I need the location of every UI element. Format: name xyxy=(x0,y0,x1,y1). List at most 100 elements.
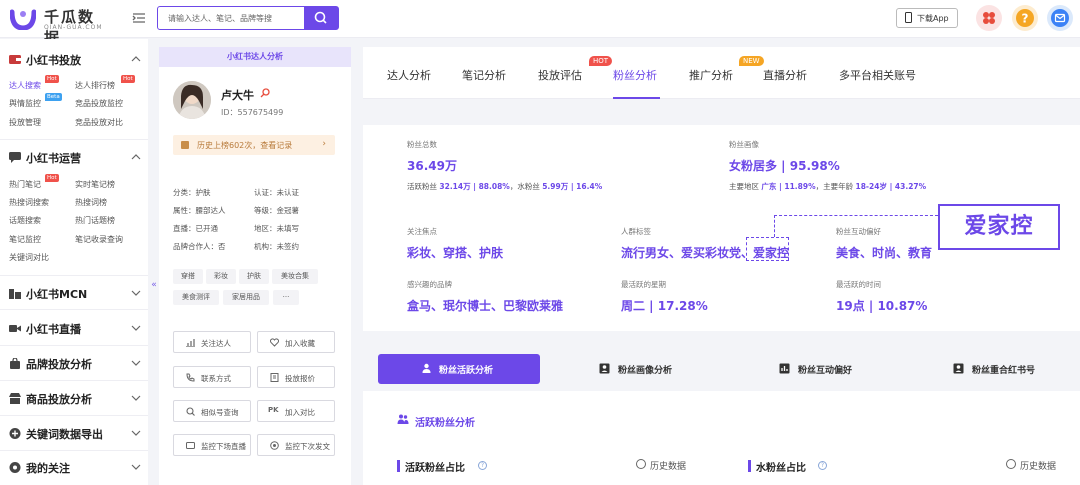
subtab-fans-portrait-label: 粉丝画像分析 xyxy=(618,366,673,376)
logo[interactable]: 千瓜数据 QIAN-GUA.COM xyxy=(10,5,110,47)
add-favorite-button[interactable]: 加入收藏 xyxy=(257,331,335,353)
crown-icon xyxy=(181,141,189,149)
follow-talent-button[interactable]: 关注达人 xyxy=(173,331,251,353)
divider xyxy=(0,139,148,140)
similar-search-label: 相似号查询 xyxy=(201,408,239,417)
sidebar-item-note-index[interactable]: 笔记收录查询 xyxy=(75,234,123,245)
sidebar-item-competitor-monitor[interactable]: 竞品投放监控 xyxy=(75,98,123,109)
tab-note-analysis[interactable]: 笔记分析 xyxy=(462,67,506,83)
apps-icon[interactable] xyxy=(976,5,1002,31)
search-button[interactable] xyxy=(304,7,338,29)
content-tag: 美食测评 xyxy=(173,290,219,305)
help-icon[interactable]: ? xyxy=(1012,5,1038,31)
sidebar-item-keyword-compare[interactable]: 关键词对比 xyxy=(9,252,49,263)
brand-value: 盒马、珉尔博士、巴黎欧莱雅 xyxy=(407,299,564,313)
sidebar-item-note-monitor[interactable]: 笔记监控 xyxy=(9,234,41,245)
history-data-link[interactable]: 历史数据 xyxy=(650,459,686,472)
sidebar-section-brand[interactable]: 品牌投放分析 xyxy=(9,354,141,374)
history-ranking-link[interactable]: 历史上榜602次，查看记录 › xyxy=(173,135,335,155)
search-icon xyxy=(186,407,195,416)
add-compare-button[interactable]: PK 加入对比 xyxy=(257,400,335,422)
sidebar-item-realtime-notes[interactable]: 实时笔记榜 xyxy=(75,179,115,190)
portrait-age-label: ，主要年龄 xyxy=(815,182,856,191)
content-tag: 家居用品 xyxy=(223,290,269,305)
time-value: 19点 | 10.87% xyxy=(836,299,928,313)
crowd-label: 人群标签 xyxy=(621,227,651,236)
tv-icon xyxy=(186,442,195,449)
subtab-active-fans[interactable]: 粉丝活跃分析 xyxy=(378,354,540,384)
sidebar-item-talent-rank[interactable]: 达人排行榜 xyxy=(75,80,115,91)
similar-search-button[interactable]: 相似号查询 xyxy=(173,400,251,422)
portrait-label: 粉丝画像 xyxy=(729,140,759,149)
menu-collapse-icon[interactable] xyxy=(132,11,146,25)
divider xyxy=(0,450,148,451)
brand-label: 感兴趣的品牌 xyxy=(407,280,452,289)
search-input[interactable] xyxy=(158,7,304,29)
chevron-down-icon xyxy=(131,290,141,296)
chevron-down-icon xyxy=(131,395,141,401)
tab-talent-analysis[interactable]: 达人分析 xyxy=(387,67,431,83)
top-header: 千瓜数据 QIAN-GUA.COM 下载App ? xyxy=(0,0,1080,47)
sidebar-item-hot-topic-rank[interactable]: 热门话题榜 xyxy=(75,215,115,226)
contact-info-button[interactable]: 联系方式 xyxy=(173,366,251,388)
pin-icon xyxy=(260,88,270,98)
subtab-fans-overlap[interactable]: 粉丝重合红书号 xyxy=(917,354,1080,384)
sidebar-item-sentiment[interactable]: 舆情监控 xyxy=(9,98,41,109)
wallet-icon xyxy=(9,55,21,64)
sidebar-item-competitor-compare[interactable]: 竞品投放对比 xyxy=(75,117,123,128)
follow-talent-label: 关注达人 xyxy=(201,339,231,348)
sidebar-section-live[interactable]: 小红书直播 xyxy=(9,319,141,339)
monitor-post-button[interactable]: 监控下次发文 xyxy=(257,434,335,456)
sidebar-item-hot-search-rank[interactable]: 热搜词榜 xyxy=(75,197,107,208)
sidebar-section-mcn[interactable]: 小红书MCN xyxy=(9,284,141,304)
more-tags[interactable]: ··· xyxy=(273,290,299,305)
sidebar-item-talent-search[interactable]: 达人搜索 xyxy=(9,80,41,91)
quote-button[interactable]: 投放报价 xyxy=(257,366,335,388)
portrait-value: 女粉居多 | 95.98% xyxy=(729,159,840,173)
fans-breakdown: 活跃粉丝 32.14万 | 88.08%，水粉丝 5.99万 | 16.4% xyxy=(407,181,602,192)
subtab-fans-portrait[interactable]: 粉丝画像分析 xyxy=(558,354,720,384)
profile-panel: 小红书达人分析 卢大牛 ID：557675499 历史上榜602次，查看记录 ›… xyxy=(159,47,351,485)
sidebar-item-hot-search[interactable]: 热搜词搜索 xyxy=(9,197,49,208)
monitor-live-button[interactable]: 监控下场直播 xyxy=(173,434,251,456)
fans-active-label: 活跃粉丝 xyxy=(407,182,440,191)
tab-promotion-analysis[interactable]: 推广分析 xyxy=(689,67,733,83)
sidebar-section-label: 小红书运营 xyxy=(26,152,81,165)
subtab-fans-interaction[interactable]: 粉丝互动偏好 xyxy=(738,354,900,384)
sidebar-section-following[interactable]: 我的关注 xyxy=(9,458,141,478)
sidebar-section-product[interactable]: 商品投放分析 xyxy=(9,389,141,409)
sidebar-item-hot-notes[interactable]: 热门笔记 xyxy=(9,179,41,190)
attr-level: 等级：金冠薯 xyxy=(254,206,299,215)
help-icon[interactable]: ? xyxy=(818,461,827,470)
beta-badge: Beta xyxy=(45,93,62,101)
shop-icon xyxy=(9,393,21,404)
tab-fans-analysis[interactable]: 粉丝分析 xyxy=(613,67,657,83)
divider xyxy=(0,380,148,381)
pk-icon: PK xyxy=(268,406,279,414)
history-data-link[interactable]: 历史数据 xyxy=(1020,459,1056,472)
help-icon[interactable]: ? xyxy=(478,461,487,470)
attr-verified: 认证：未认证 xyxy=(254,188,299,197)
sidebar-section-label: 小红书投放 xyxy=(26,54,81,67)
interact-label: 粉丝互动偏好 xyxy=(836,227,881,236)
sidebar-section-xhs-运营[interactable]: 小红书运营 xyxy=(9,148,141,168)
chevron-down-icon xyxy=(131,325,141,331)
bar-chart-icon xyxy=(779,363,790,374)
interact-value: 美食、时尚、教育 xyxy=(836,246,933,260)
spacer xyxy=(363,331,1080,341)
sidebar-item-campaign-manage[interactable]: 投放管理 xyxy=(9,117,41,128)
tab-live-analysis[interactable]: 直播分析 xyxy=(763,67,807,83)
tab-campaign-eval[interactable]: 投放评估 xyxy=(538,67,582,83)
sidebar-section-keyword-export[interactable]: 关键词数据导出 xyxy=(9,424,141,444)
avatar[interactable] xyxy=(173,81,211,119)
sidebar-section-label: 小红书MCN xyxy=(26,288,88,301)
message-icon[interactable] xyxy=(1047,5,1073,31)
history-ranking-text: 历史上榜602次，查看记录 xyxy=(197,141,293,150)
chart-icon xyxy=(186,339,195,347)
talent-id: ID：557675499 xyxy=(221,108,284,117)
tab-multi-platform[interactable]: 多平台相关账号 xyxy=(839,67,916,83)
sidebar-section-xhs-投放[interactable]: 小红书投放 xyxy=(9,50,141,70)
download-app-button[interactable]: 下载App xyxy=(896,8,958,28)
chevron-up-icon xyxy=(131,154,141,160)
sidebar-item-topic-search[interactable]: 话题搜索 xyxy=(9,215,41,226)
